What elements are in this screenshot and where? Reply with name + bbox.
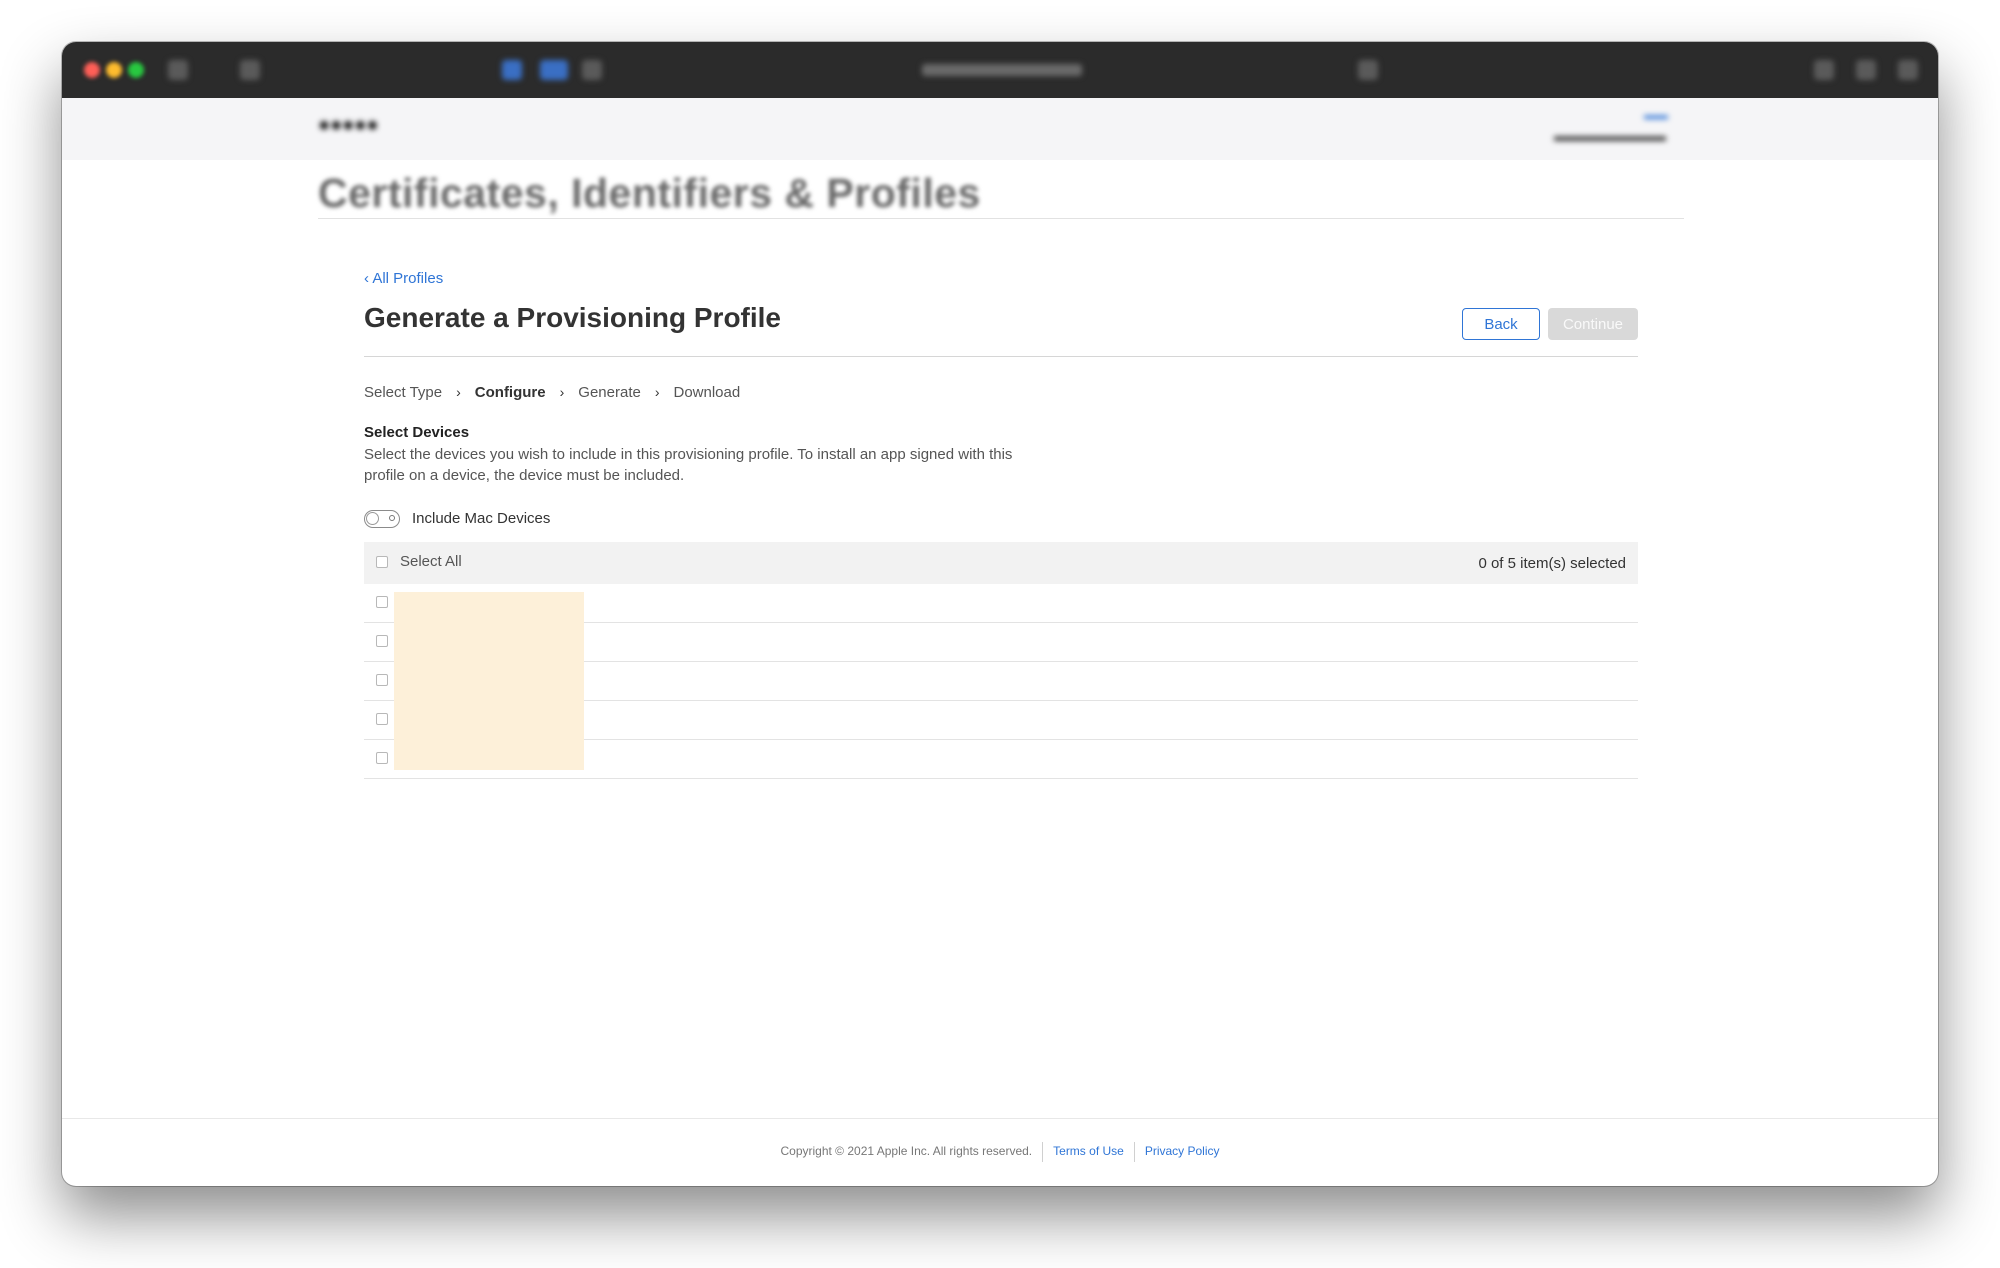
address-bar[interactable] [922,64,1082,76]
step-configure: Configure [474,383,546,401]
divider [318,218,1684,219]
include-mac-devices-toggle[interactable] [364,510,400,528]
footer: Copyright © 2021 Apple Inc. All rights r… [62,1142,1938,1162]
zoom-window-icon[interactable] [128,62,144,78]
reload-icon[interactable] [1358,60,1378,80]
step-download: Download [673,383,741,401]
continue-button[interactable]: Continue [1548,308,1638,340]
step-generate: Generate [578,383,641,401]
terms-of-use-link[interactable]: Terms of Use [1043,1144,1134,1158]
device-checkbox[interactable] [376,752,388,764]
section-heading: Generate a Provisioning Profile [364,302,782,333]
sidebar-icon[interactable] [168,60,188,80]
developer-header: ●●●●● ▬▬ ▬▬▬▬▬▬▬ [62,98,1938,160]
minimize-window-icon[interactable] [106,62,122,78]
account-link[interactable]: ▬▬ [1644,108,1668,122]
step-select-type: Select Type [364,383,443,401]
chevron-right-icon: › [654,384,660,400]
device-checkbox[interactable] [376,713,388,725]
select-devices-heading: Select Devices [364,424,470,441]
select-all-checkbox[interactable] [376,556,388,568]
tab-overview-icon[interactable] [1898,60,1918,80]
copyright-text: Copyright © 2021 Apple Inc. All rights r… [780,1144,1033,1159]
redacted-device-names [394,592,584,770]
close-window-icon[interactable] [84,62,100,78]
developer-logo[interactable]: ●●●●● [318,114,378,137]
step-indicator: Select Type › Configure › Generate › Dow… [364,382,740,402]
select-devices-description: Select the devices you wish to include i… [364,446,1013,484]
toggle-knob [366,512,379,525]
select-all-label: Select All [400,553,462,570]
privacy-policy-link[interactable]: Privacy Policy [1135,1144,1230,1158]
devices-table-header: Select All 0 of 5 item(s) selected [364,542,1638,584]
browser-titlebar [62,42,1938,98]
selected-count: 0 of 5 item(s) selected [1478,555,1626,572]
shield-icon[interactable] [240,60,260,80]
include-mac-devices-label: Include Mac Devices [412,510,551,527]
device-checkbox[interactable] [376,635,388,647]
extension-icon[interactable] [582,60,602,80]
divider [62,1118,1938,1119]
page-title: Certificates, Identifiers & Profiles [318,170,981,216]
chevron-right-icon: › [456,384,461,400]
toggle-off-icon [389,514,395,521]
chevron-right-icon: › [559,384,565,400]
new-tab-icon[interactable] [1856,60,1876,80]
browser-window: ●●●●● ▬▬ ▬▬▬▬▬▬▬ Certificates, Identifie… [62,42,1938,1186]
team-name: ▬▬▬▬▬▬▬ [1554,128,1666,145]
device-checkbox[interactable] [376,596,388,608]
extension-icon[interactable] [540,60,568,80]
all-profiles-link[interactable]: ‹ All Profiles [364,270,443,287]
device-checkbox[interactable] [376,674,388,686]
divider [364,356,1638,357]
extension-icon[interactable] [502,60,522,80]
back-button[interactable]: Back [1462,308,1540,340]
share-icon[interactable] [1814,60,1834,80]
